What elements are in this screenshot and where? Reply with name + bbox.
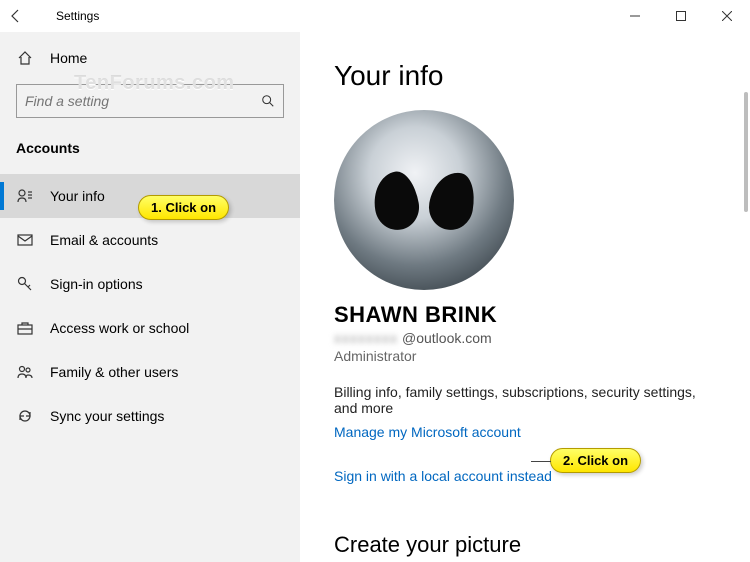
- content-area: Your info SHAWN BRINK xxxxxxxx @outlook.…: [300, 32, 750, 562]
- sidebar-item-signin-options[interactable]: Sign-in options: [0, 262, 300, 306]
- home-nav[interactable]: Home: [0, 38, 300, 78]
- email-domain: @outlook.com: [402, 330, 492, 346]
- sidebar-item-family-users[interactable]: Family & other users: [0, 350, 300, 394]
- local-account-link[interactable]: Sign in with a local account instead: [334, 468, 552, 484]
- sidebar-section-header: Accounts: [0, 130, 300, 164]
- user-email: xxxxxxxx @outlook.com: [334, 330, 716, 346]
- sidebar-item-label: Your info: [50, 188, 105, 204]
- avatar: [334, 110, 514, 290]
- sidebar-item-access-work-school[interactable]: Access work or school: [0, 306, 300, 350]
- user-name: SHAWN BRINK: [334, 302, 716, 328]
- home-icon: [16, 50, 34, 66]
- email-icon: [16, 232, 34, 248]
- sidebar-item-label: Sign-in options: [50, 276, 143, 292]
- billing-description: Billing info, family settings, subscript…: [334, 384, 716, 416]
- sidebar: Home Accounts Your info Email & accounts: [0, 32, 300, 562]
- minimize-button[interactable]: [612, 0, 658, 32]
- maximize-button[interactable]: [658, 0, 704, 32]
- search-input[interactable]: [25, 93, 261, 109]
- sidebar-item-label: Sync your settings: [50, 408, 164, 424]
- person-icon: [16, 188, 34, 204]
- sync-icon: [16, 408, 34, 424]
- home-label: Home: [50, 50, 87, 66]
- manage-account-link[interactable]: Manage my Microsoft account: [334, 424, 521, 440]
- search-box[interactable]: [16, 84, 284, 118]
- page-heading: Your info: [334, 60, 716, 92]
- sidebar-item-label: Family & other users: [50, 364, 178, 380]
- sidebar-item-label: Email & accounts: [50, 232, 158, 248]
- sidebar-item-label: Access work or school: [50, 320, 189, 336]
- close-button[interactable]: [704, 0, 750, 32]
- annotation-1: 1. Click on: [138, 195, 229, 220]
- search-icon: [261, 94, 275, 108]
- annotation-2: 2. Click on: [550, 448, 641, 473]
- sidebar-item-email-accounts[interactable]: Email & accounts: [0, 218, 300, 262]
- window-title: Settings: [56, 9, 99, 23]
- people-icon: [16, 364, 34, 380]
- sidebar-item-sync-settings[interactable]: Sync your settings: [0, 394, 300, 438]
- window-controls: [612, 0, 750, 32]
- key-icon: [16, 276, 34, 292]
- scrollbar[interactable]: [744, 92, 748, 212]
- create-picture-heading: Create your picture: [334, 532, 716, 558]
- email-local-redacted: xxxxxxxx: [334, 330, 398, 346]
- user-role: Administrator: [334, 348, 716, 364]
- back-button[interactable]: [8, 8, 56, 24]
- briefcase-icon: [16, 320, 34, 336]
